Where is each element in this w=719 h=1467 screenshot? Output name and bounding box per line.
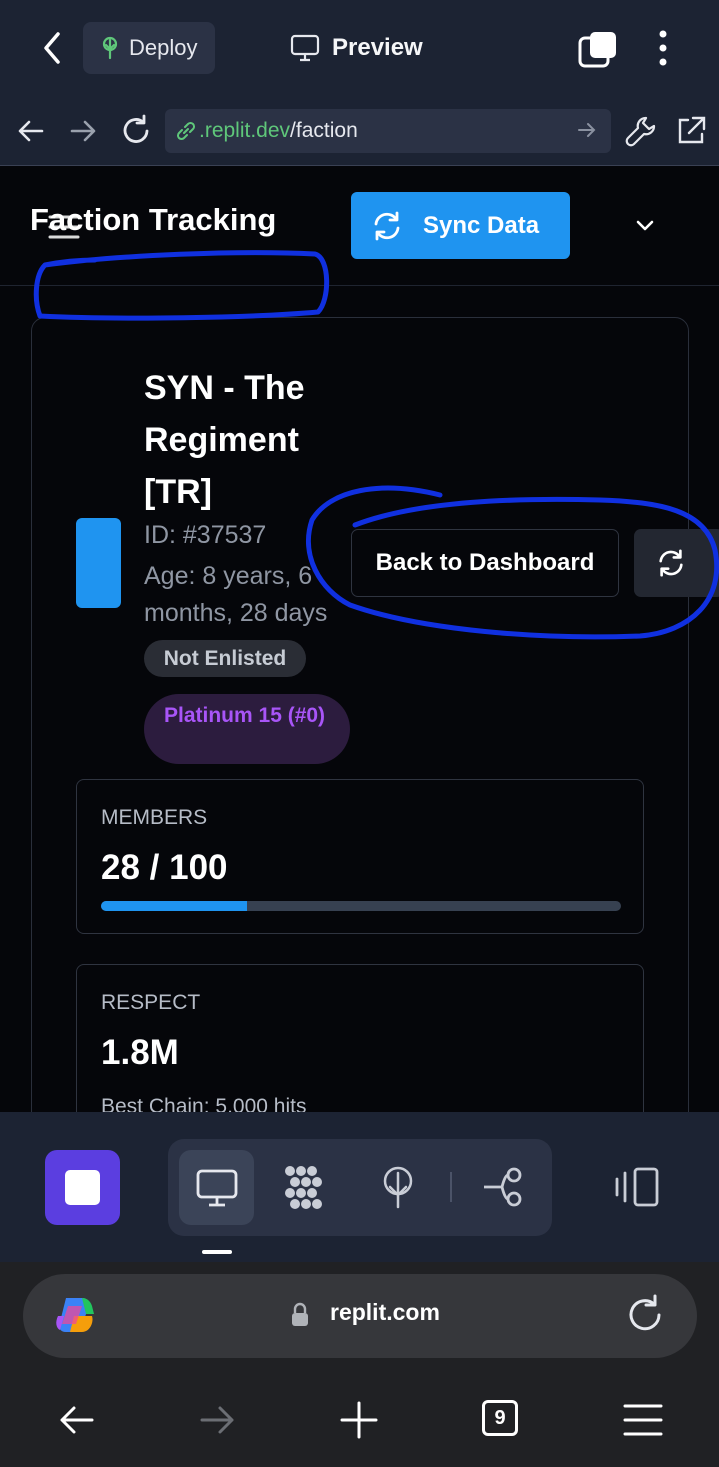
chevron-down-icon[interactable] (630, 210, 660, 240)
faction-id: ID: #37537 (144, 521, 267, 549)
enlist-status-badge: Not Enlisted (144, 640, 306, 677)
tab-count-button[interactable]: 9 (482, 1400, 518, 1436)
reload-icon[interactable] (119, 114, 153, 148)
arrow-left-icon[interactable] (54, 1398, 98, 1442)
back-to-dashboard-button[interactable]: Back to Dashboard (351, 529, 619, 597)
plus-icon[interactable] (337, 1398, 381, 1442)
sync-data-button[interactable]: Sync Data (351, 192, 570, 259)
refresh-button[interactable] (634, 529, 719, 597)
link-icon (176, 121, 196, 141)
deploy-label: Deploy (129, 35, 198, 60)
respect-label: RESPECT (101, 991, 201, 1014)
git-icon[interactable] (482, 1165, 526, 1209)
url-host: .replit.dev (199, 119, 291, 142)
stop-icon (65, 1170, 100, 1205)
lock-icon (292, 1302, 308, 1326)
faction-age: Age: 8 years, 6 months, 28 days (144, 562, 328, 627)
arrow-left-icon[interactable] (16, 116, 46, 146)
stop-button[interactable] (45, 1150, 120, 1225)
rank-badge: Platinum 15 (#0) (144, 694, 350, 764)
sync-icon (374, 211, 400, 240)
active-tab-indicator (202, 1250, 232, 1254)
reload-icon[interactable] (624, 1294, 666, 1336)
url-input[interactable]: .replit.dev/faction (165, 109, 611, 153)
wrench-icon[interactable] (624, 114, 658, 148)
arrow-right-icon[interactable] (68, 116, 98, 146)
external-link-icon[interactable] (674, 114, 708, 148)
copilot-icon[interactable] (52, 1292, 98, 1338)
url-path: /faction (290, 119, 358, 142)
members-progress-fill (101, 901, 247, 911)
preview-tool-button[interactable] (179, 1150, 254, 1225)
faction-name: SYN - The Regiment [TR] (144, 369, 305, 511)
members-value: 28 / 100 (101, 848, 228, 887)
preview-tab[interactable]: Preview (290, 30, 423, 66)
side-panel-icon[interactable] (613, 1165, 661, 1209)
respect-value: 1.8M (101, 1033, 179, 1072)
refresh-icon (659, 549, 683, 577)
arrow-right-icon[interactable] (196, 1398, 240, 1442)
sync-data-label: Sync Data (423, 211, 540, 239)
monitor-icon (196, 1169, 238, 1207)
tool-separator (450, 1172, 452, 1202)
deploy-icon (102, 36, 118, 60)
arrow-right-icon[interactable] (577, 120, 597, 140)
address-text: replit.com (330, 1299, 440, 1325)
grid-icon[interactable] (284, 1165, 328, 1209)
members-stat-card: MEMBERS 28 / 100 (76, 779, 644, 934)
deploy-button[interactable]: Deploy (83, 22, 215, 74)
chevron-left-icon[interactable] (38, 30, 68, 66)
menu-icon[interactable] (621, 1398, 665, 1442)
hamburger-icon[interactable] (48, 214, 80, 240)
monitor-icon (290, 34, 320, 62)
preview-label: Preview (332, 34, 423, 61)
header-divider (0, 285, 719, 286)
members-label: MEMBERS (101, 806, 208, 829)
members-progress-bar (101, 901, 621, 911)
tabs-icon[interactable] (578, 30, 618, 68)
kebab-icon[interactable] (650, 28, 676, 68)
faction-avatar (76, 518, 121, 608)
deploy-tool-icon[interactable] (376, 1165, 420, 1209)
